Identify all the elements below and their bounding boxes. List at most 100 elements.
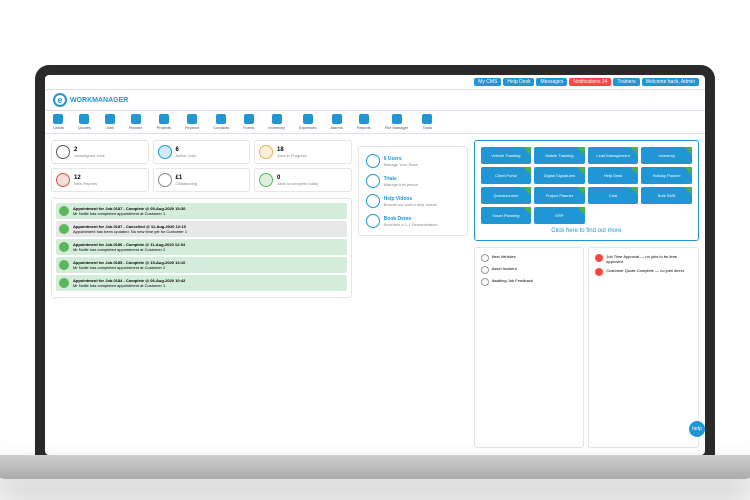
- nav-file manager[interactable]: File Manager: [385, 114, 408, 130]
- check-icon: [59, 224, 69, 234]
- quick-actions: 6 UsersManage Your TeamTrialsManage tria…: [358, 146, 468, 236]
- stats-grid: 2Unassigned Jobs6Active Jobs18Jobs in Pr…: [51, 140, 352, 192]
- module-tile[interactable]: Chat: [588, 187, 639, 204]
- widget-item[interactable]: Asset Incident: [479, 264, 580, 276]
- footer: Powered by Eworks Manager © 2020 version…: [45, 454, 705, 455]
- jobs-icon: [105, 114, 115, 124]
- action-icon: [366, 154, 380, 168]
- module-tile[interactable]: Lead Management: [588, 147, 639, 164]
- nav-contacts[interactable]: Contacts: [213, 114, 229, 130]
- module-tile[interactable]: Holiday Planner: [641, 167, 692, 184]
- action-icon: [366, 214, 380, 228]
- alert-icon: [595, 254, 603, 262]
- help-button[interactable]: help: [689, 421, 705, 437]
- widget-item[interactable]: Awaiting Job Feedback: [479, 276, 580, 288]
- circle-icon: [481, 278, 489, 286]
- main-nav: Leads Quotes Jobs Planner Projects Finance Con…: [45, 111, 705, 134]
- nav-reports[interactable]: Reports: [357, 114, 371, 130]
- inventory-icon: [272, 114, 282, 124]
- check-icon: [59, 242, 69, 252]
- module-tile[interactable]: Client Portal: [481, 167, 532, 184]
- modules-cta[interactable]: Click here to find out more: [481, 228, 692, 234]
- stat-card[interactable]: 18Jobs in Progress: [254, 140, 352, 164]
- stat-icon: [158, 145, 172, 159]
- stat-icon: [259, 173, 273, 187]
- circle-icon: [481, 266, 489, 274]
- action-row[interactable]: TrialsManage trial period: [363, 171, 463, 191]
- stat-card[interactable]: £1Outstanding: [153, 168, 251, 192]
- alert-icon: [595, 268, 603, 276]
- nav-forms[interactable]: Forms: [243, 114, 254, 130]
- top-utility-bar: My CMS Help Desk Messages Notifications …: [45, 75, 705, 90]
- link-help-desk[interactable]: Help Desk: [503, 78, 534, 86]
- feed-item[interactable]: Appointment for Job.0185 - Complete @ 15…: [56, 257, 347, 273]
- nav-inventory[interactable]: Inventory: [268, 114, 284, 130]
- tools-icon: [422, 114, 432, 124]
- feed-item[interactable]: Appointment for Job.0184 - Complete @ 06…: [56, 275, 347, 291]
- check-icon: [59, 260, 69, 270]
- feed-item[interactable]: Appointment for Job.0186 - Complete @ 11…: [56, 239, 347, 255]
- alarms-icon: [332, 114, 342, 124]
- brand-name: WORKMANAGER: [70, 97, 128, 104]
- welcome-user[interactable]: Welcome back, Admin: [642, 78, 699, 86]
- stat-card[interactable]: 6Active Jobs: [153, 140, 251, 164]
- activity-feed: Appointment for Job.0187 - Complete @ 05…: [51, 198, 352, 298]
- module-tile[interactable]: Smart Planning: [481, 207, 532, 224]
- expenses-icon: [303, 114, 313, 124]
- stat-card[interactable]: 12New Reports: [51, 168, 149, 192]
- module-tile[interactable]: Help Desk: [588, 167, 639, 184]
- module-tile[interactable]: Inventory: [641, 147, 692, 164]
- contacts-icon: [216, 114, 226, 124]
- stat-icon: [259, 145, 273, 159]
- modules-panel: Vehicle TrackingMobile TrackingLead Mana…: [474, 140, 699, 241]
- reports-icon: [359, 114, 369, 124]
- action-icon: [366, 174, 380, 188]
- link-trainers[interactable]: Trainers: [613, 78, 639, 86]
- forms-icon: [244, 114, 254, 124]
- check-icon: [59, 278, 69, 288]
- module-tile[interactable]: Digital Signatures: [534, 167, 585, 184]
- nav-tools[interactable]: Tools: [422, 114, 432, 130]
- quotes-icon: [79, 114, 89, 124]
- right-widget: Job Time Approval — no jobs to be time a…: [588, 247, 699, 448]
- nav-alarms[interactable]: Alarms: [330, 114, 342, 130]
- logo-icon: e: [53, 93, 67, 107]
- module-tile[interactable]: Project Planner: [534, 187, 585, 204]
- stat-card[interactable]: 0Jobs to complete today: [254, 168, 352, 192]
- link-messages[interactable]: Messages: [536, 78, 567, 86]
- planner-icon: [131, 114, 141, 124]
- link-my-cms[interactable]: My CMS: [474, 78, 501, 86]
- stat-icon: [158, 173, 172, 187]
- action-row[interactable]: 6 UsersManage Your Team: [363, 151, 463, 171]
- nav-quotes[interactable]: Quotes: [78, 114, 91, 130]
- widget-item[interactable]: Customer Quote Complete — no jobs direct: [593, 266, 694, 278]
- link-notifications[interactable]: Notifications 24: [569, 78, 611, 86]
- nav-planner[interactable]: Planner: [129, 114, 143, 130]
- left-widget: New VehiclesAsset IncidentAwaiting Job F…: [474, 247, 585, 448]
- module-tile[interactable]: Vehicle Tracking: [481, 147, 532, 164]
- stat-icon: [56, 145, 70, 159]
- action-row[interactable]: Book DemoSchedule a 1-1 Demonstration: [363, 211, 463, 231]
- leads-icon: [53, 114, 63, 124]
- check-icon: [59, 206, 69, 216]
- circle-icon: [481, 254, 489, 262]
- feed-item[interactable]: Appointment for Job.0187 - Complete @ 05…: [56, 203, 347, 219]
- projects-icon: [159, 114, 169, 124]
- action-row[interactable]: Help VideosBrowse our useful help videos: [363, 191, 463, 211]
- feed-item[interactable]: Appointment for Job.0187 - Cancelled @ 1…: [56, 221, 347, 237]
- nav-expenses[interactable]: Expenses: [299, 114, 317, 130]
- nav-jobs[interactable]: Jobs: [105, 114, 115, 130]
- nav-finance[interactable]: Finance: [185, 114, 199, 130]
- widget-item[interactable]: New Vehicles: [479, 252, 580, 264]
- widget-item[interactable]: Job Time Approval — no jobs to be time a…: [593, 252, 694, 266]
- module-tile[interactable]: Questionnaire: [481, 187, 532, 204]
- stat-icon: [56, 173, 70, 187]
- nav-leads[interactable]: Leads: [53, 114, 64, 130]
- stat-card[interactable]: 2Unassigned Jobs: [51, 140, 149, 164]
- module-tile[interactable]: ERP: [534, 207, 585, 224]
- nav-projects[interactable]: Projects: [157, 114, 171, 130]
- header: e WORKMANAGER: [45, 90, 705, 111]
- module-tile[interactable]: Bulk SMS: [641, 187, 692, 204]
- module-tile[interactable]: Mobile Tracking: [534, 147, 585, 164]
- action-icon: [366, 194, 380, 208]
